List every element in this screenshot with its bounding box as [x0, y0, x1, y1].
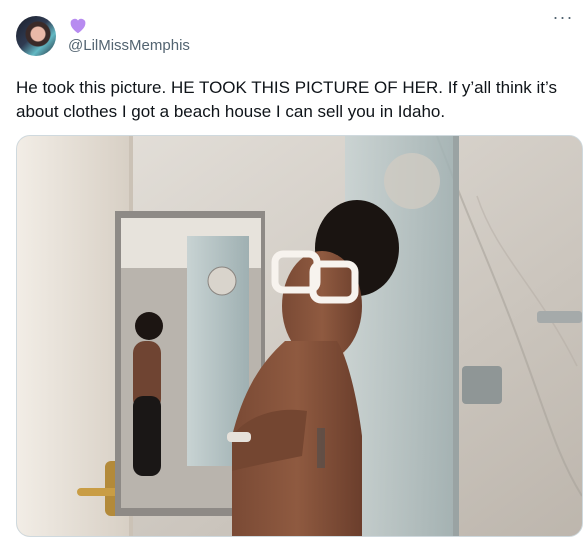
user-handle[interactable]: @LilMissMemphis	[68, 37, 190, 54]
avatar[interactable]	[16, 16, 56, 56]
tweet-card[interactable]: @LilMissMemphis ··· He took this picture…	[0, 0, 587, 537]
photo-illustration	[17, 136, 582, 536]
tweet-media-photo[interactable]	[16, 135, 583, 537]
more-options-icon[interactable]: ···	[551, 8, 575, 30]
tweet-text: He took this picture. HE TOOK THIS PICTU…	[16, 78, 558, 121]
purple-heart-icon	[70, 18, 86, 34]
